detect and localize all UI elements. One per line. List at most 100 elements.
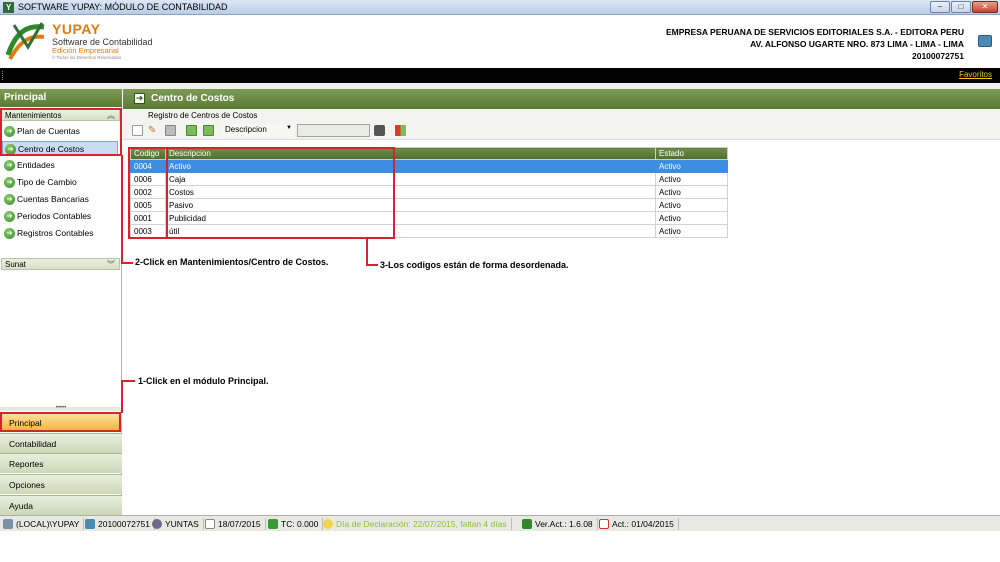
status-date: 18/07/2015 <box>204 518 266 530</box>
status-bar: (LOCAL)\YUPAY 20100072751 YUNTAS 18/07/2… <box>0 515 1000 531</box>
annotation-line-step3-v <box>366 239 368 265</box>
status-text: Act.: 01/04/2015 <box>612 519 674 529</box>
status-company: 20100072751 <box>84 518 156 530</box>
annotation-line-step3-h <box>366 264 378 266</box>
dollar-icon <box>268 519 278 529</box>
app-header: YUPAY Software de Contabilidad Edición E… <box>0 15 1000 68</box>
arrow-right-icon: ➜ <box>4 211 15 222</box>
filter-field-select[interactable]: Descripcion ▼ <box>222 124 294 137</box>
annotation-line-step1-v <box>121 380 123 413</box>
menu-item-label: Cuentas Bancarias <box>17 194 89 204</box>
company-icon <box>85 519 95 529</box>
filter-selected-value: Descripcion <box>225 125 267 134</box>
close-button[interactable]: ✕ <box>972 1 998 13</box>
annotation-step2: 2-Click en Mantenimientos/Centro de Cost… <box>135 257 329 267</box>
panel-splitter[interactable]: ••••• <box>0 405 122 411</box>
annotation-box-principal <box>0 412 121 432</box>
cell-estado: Activo <box>655 198 728 212</box>
column-header-estado[interactable]: Estado <box>655 147 728 160</box>
company-address: AV. ALFONSO UGARTE NRO. 873 LIMA - LIMA … <box>750 39 964 49</box>
module-opciones[interactable]: Opciones <box>0 474 122 494</box>
arrow-right-icon: ➜ <box>4 160 15 171</box>
lightbulb-icon <box>323 519 333 529</box>
status-exchange-rate: TC: 0.000 <box>267 518 324 530</box>
user-icon <box>152 519 162 529</box>
status-text: (LOCAL)\YUPAY <box>16 519 80 529</box>
status-text: YUNTAS <box>165 519 199 529</box>
minimize-button[interactable]: – <box>930 1 950 13</box>
cell-estado: Activo <box>655 172 728 186</box>
import-icon[interactable] <box>203 125 214 136</box>
chevron-down-icon[interactable]: ︾ <box>107 259 115 270</box>
status-text: Día de Declaración: 22/07/2015, faltan 4… <box>336 519 507 529</box>
cell-estado: Activo <box>655 159 728 173</box>
brand-edition: Edición Empresarial <box>52 46 119 55</box>
new-document-icon[interactable] <box>132 125 143 136</box>
status-text: 18/07/2015 <box>218 519 261 529</box>
menu-item-registros-contables[interactable]: ➜ Registros Contables <box>2 226 118 241</box>
version-icon <box>522 519 532 529</box>
annotation-step1: 1-Click en el módulo Principal. <box>138 376 269 386</box>
filter-input[interactable] <box>297 124 370 137</box>
company-settings-icon[interactable] <box>978 35 992 47</box>
annotation-step3: 3-Los codigos están de forma desordenada… <box>380 260 569 270</box>
tab-registro-centros-costos[interactable]: Registro de Centros de Costos <box>148 111 257 120</box>
annotation-box-descripcion-column <box>166 147 395 239</box>
binoculars-search-icon[interactable] <box>374 125 385 136</box>
delete-trash-icon[interactable] <box>165 125 176 136</box>
brand-name: YUPAY <box>52 21 101 37</box>
annotation-box-mantenimientos <box>0 108 122 156</box>
menu-item-label: Tipo de Cambio <box>17 177 77 187</box>
content-title: Centro de Costos <box>123 89 1000 109</box>
status-text: TC: 0.000 <box>281 519 319 529</box>
export-icon[interactable] <box>186 125 197 136</box>
company-ruc: 20100072751 <box>911 51 964 61</box>
dropdown-arrow-icon[interactable]: ▼ <box>286 125 292 131</box>
status-user: YUNTAS <box>151 518 204 530</box>
grip-icon <box>2 71 4 80</box>
menu-item-label: Registros Contables <box>17 228 94 238</box>
company-name: EMPRESA PERUANA DE SERVICIOS EDITORIALES… <box>665 27 964 37</box>
favorites-link[interactable]: Favoritos <box>959 70 992 79</box>
status-update-date: Act.: 01/04/2015 <box>598 518 679 530</box>
cell-estado: Activo <box>655 185 728 199</box>
status-version: Ver.Act.: 1.6.08 <box>521 518 598 530</box>
menu-strip <box>0 68 1000 83</box>
menu-item-periodos-contables[interactable]: ➜ Periodos Contables <box>2 209 118 224</box>
arrow-right-icon: ➜ <box>4 194 15 205</box>
app-icon: Y <box>3 2 14 13</box>
module-contabilidad[interactable]: Contabilidad <box>0 433 122 453</box>
status-text: 20100072751 <box>98 519 151 529</box>
menu-item-tipo-de-cambio[interactable]: ➜ Tipo de Cambio <box>2 175 118 190</box>
module-reportes[interactable]: Reportes <box>0 453 122 473</box>
menu-item-entidades[interactable]: ➜ Entidades <box>2 158 118 173</box>
window-title: SOFTWARE YUPAY: MÓDULO DE CONTABILIDAD <box>18 2 228 12</box>
calendar-icon <box>599 519 609 529</box>
calendar-icon <box>205 519 215 529</box>
maximize-button[interactable]: □ <box>951 1 971 13</box>
menu-item-label: Entidades <box>17 160 55 170</box>
section-label: Sunat <box>5 260 26 269</box>
brand-rights: © Todos los Derechos Reservados <box>52 55 122 60</box>
yupay-logo-icon <box>6 22 45 60</box>
arrow-right-icon: ➜ <box>4 228 15 239</box>
annotation-line-step2-h <box>121 262 133 264</box>
section-sunat[interactable]: Sunat ︾ <box>1 258 120 270</box>
title-bar: Y SOFTWARE YUPAY: MÓDULO DE CONTABILIDAD… <box>0 0 1000 15</box>
status-server: (LOCAL)\YUPAY <box>2 518 85 530</box>
menu-item-label: Periodos Contables <box>17 211 92 221</box>
exit-icon[interactable] <box>395 125 406 136</box>
menu-item-cuentas-bancarias[interactable]: ➜ Cuentas Bancarias <box>2 192 118 207</box>
status-declaration: Día de Declaración: 22/07/2015, faltan 4… <box>322 518 512 530</box>
module-ayuda[interactable]: Ayuda <box>0 495 122 515</box>
arrow-right-icon: ➜ <box>4 177 15 188</box>
status-text: Ver.Act.: 1.6.08 <box>535 519 593 529</box>
cell-estado: Activo <box>655 211 728 225</box>
arrow-box-icon: ➜ <box>134 93 145 104</box>
cell-estado: Activo <box>655 224 728 238</box>
server-icon <box>3 519 13 529</box>
annotation-line-step1-h <box>121 380 135 382</box>
edit-pencil-icon[interactable]: ✎ <box>148 125 159 136</box>
annotation-box-codigo-column <box>128 147 168 239</box>
panel-title: Principal <box>0 89 122 107</box>
